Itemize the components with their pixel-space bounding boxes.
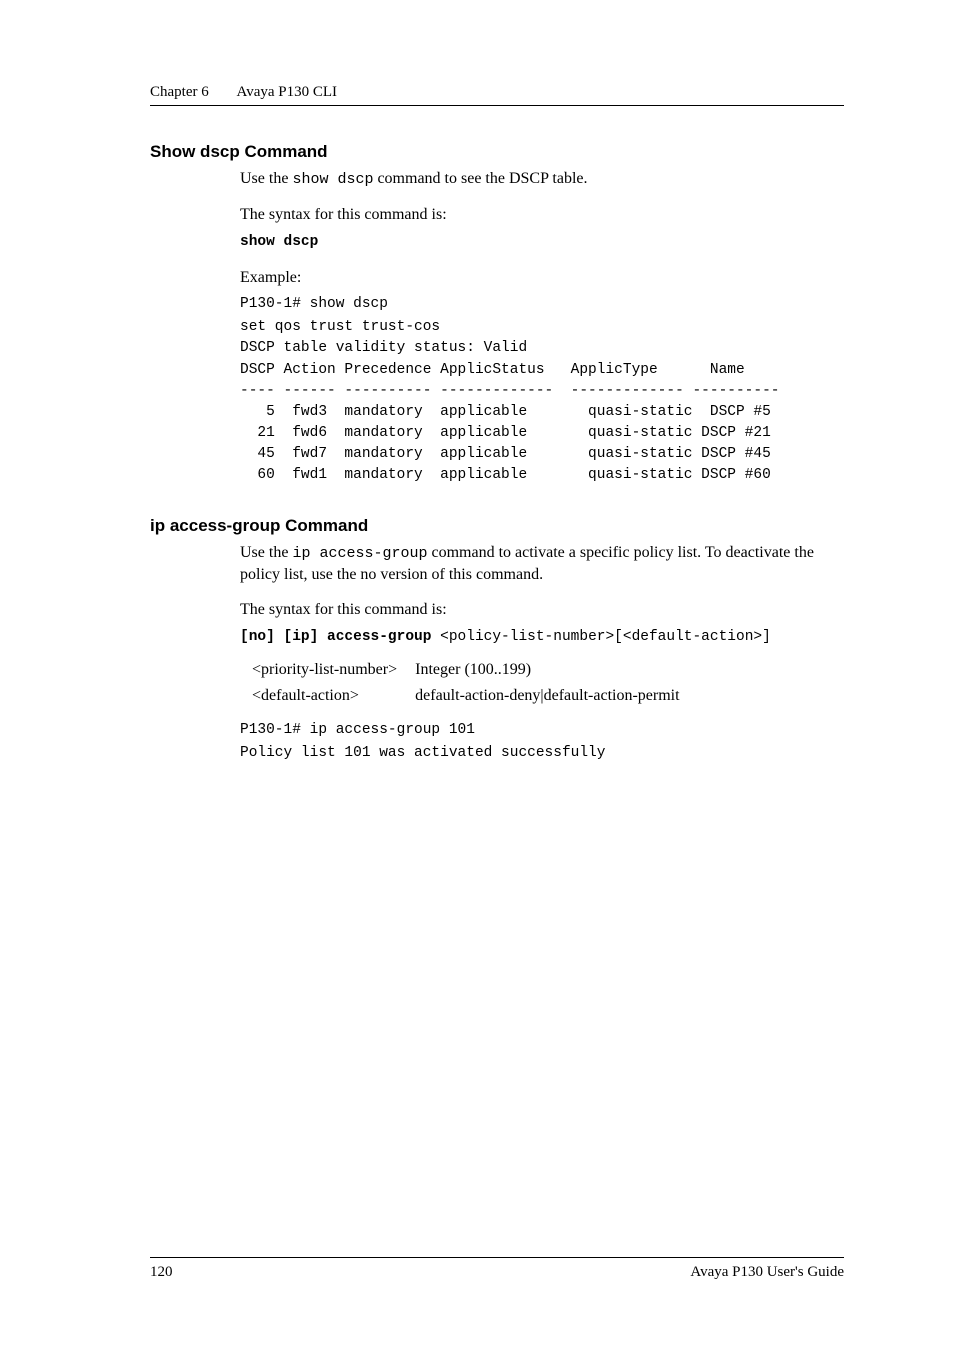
section-heading-ip-access-group: ip access-group Command (150, 516, 844, 536)
param-desc: Integer (100..199) (415, 658, 695, 682)
section-heading-show-dscp: Show dscp Command (150, 142, 844, 162)
ip-access-group-example-output: Policy list 101 was activated successful… (240, 743, 844, 764)
ip-access-group-example-cmdline: P130-1# ip access-group 101 (240, 720, 844, 741)
show-dscp-intro-pre: Use the (240, 170, 292, 187)
ip-access-group-syntax-bold: [no] [ip] access-group (240, 629, 431, 645)
param-name: <default-action> (252, 684, 413, 708)
param-desc: default-action-deny|default-action-permi… (415, 684, 695, 708)
header-rule (150, 105, 844, 106)
show-dscp-syntax-label: The syntax for this command is: (240, 204, 844, 226)
ip-access-group-intro: Use the ip access-group command to activ… (240, 542, 844, 586)
param-name: <priority-list-number> (252, 658, 413, 682)
header-chapter: Chapter 6 (150, 84, 209, 100)
show-dscp-example-cmdline: P130-1# show dscp (240, 294, 844, 315)
page: Chapter 6 Avaya P130 CLI Show dscp Comma… (0, 0, 954, 1351)
ip-access-group-syntax-line: [no] [ip] access-group <policy-list-numb… (240, 627, 844, 648)
header-title: Avaya P130 CLI (236, 84, 337, 100)
page-footer: 120 Avaya P130 User's Guide (150, 1257, 844, 1281)
footer-guide-title: Avaya P130 User's Guide (690, 1264, 844, 1281)
param-row: <priority-list-number> Integer (100..199… (252, 658, 696, 682)
running-head: Chapter 6 Avaya P130 CLI (150, 84, 844, 114)
ip-access-group-intro-cmd: ip access-group (292, 545, 427, 562)
footer-page-number: 120 (150, 1264, 173, 1281)
ip-access-group-syntax-rest: <policy-list-number>[<default-action>] (431, 629, 770, 645)
show-dscp-intro-cmd: show dscp (292, 171, 373, 188)
ip-access-group-param-table: <priority-list-number> Integer (100..199… (250, 656, 698, 710)
show-dscp-intro-post: command to see the DSCP table. (373, 170, 587, 187)
ip-access-group-intro-pre: Use the (240, 544, 292, 561)
show-dscp-example-output: set qos trust trust-cos DSCP table valid… (240, 317, 844, 485)
param-row: <default-action> default-action-deny|def… (252, 684, 696, 708)
show-dscp-example-label: Example: (240, 267, 844, 289)
show-dscp-intro: Use the show dscp command to see the DSC… (240, 168, 844, 190)
ip-access-group-syntax-label: The syntax for this command is: (240, 599, 844, 621)
show-dscp-syntax-cmd: show dscp (240, 232, 844, 253)
